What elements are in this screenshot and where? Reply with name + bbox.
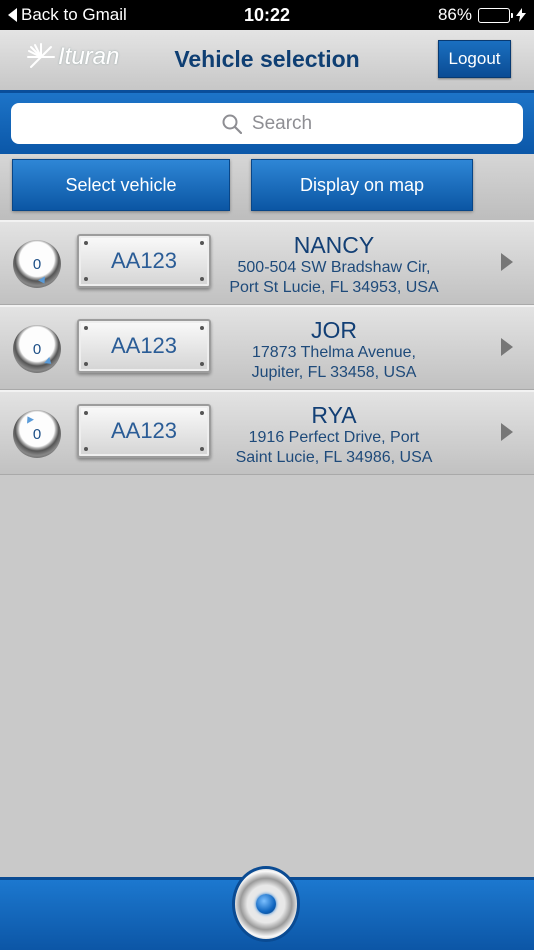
plate-number: AA123	[110, 418, 178, 443]
license-plate: AA123	[77, 234, 211, 288]
charging-bolt-icon	[516, 8, 526, 22]
chevron-right-icon	[501, 338, 513, 356]
status-bar: Back to Gmail 10:22 86%	[0, 0, 534, 30]
address-line-2: Jupiter, FL 33458, USA	[251, 364, 417, 381]
home-button[interactable]	[232, 866, 300, 942]
plate-number: AA123	[110, 248, 178, 273]
display-on-map-button[interactable]: Display on map	[251, 159, 473, 211]
address-line-2: Port St Lucie, FL 34953, USA	[229, 279, 439, 296]
dial-value: 0	[32, 340, 42, 358]
vehicle-info: JOR 17873 Thelma Avenue, Jupiter, FL 334…	[212, 317, 456, 383]
search-placeholder: Search	[251, 112, 313, 134]
action-bar: Select vehicle Display on map	[0, 154, 534, 220]
battery-status: 86%	[438, 5, 526, 25]
search-icon	[222, 114, 242, 134]
select-vehicle-button[interactable]: Select vehicle	[12, 159, 230, 211]
home-dot-icon	[256, 894, 276, 914]
chevron-right-icon	[501, 423, 513, 441]
license-plate: AA123	[77, 319, 211, 373]
logout-button[interactable]: Logout	[438, 40, 511, 78]
speed-dial-icon: 0	[13, 325, 61, 373]
vehicle-info: NANCY 500-504 SW Bradshaw Cir, Port St L…	[212, 232, 456, 298]
vehicle-name: NANCY	[293, 232, 375, 258]
license-plate: AA123	[77, 404, 211, 458]
battery-percent: 86%	[437, 5, 472, 24]
address-line-1: 17873 Thelma Avenue,	[252, 344, 416, 361]
vehicle-list: 0 AA123 NANCY 500-504 SW Bradshaw Cir, P…	[0, 220, 534, 475]
vehicle-row[interactable]: 0 AA123 RYA 1916 Perfect Drive, Port Sai…	[0, 390, 534, 475]
search-bar: Search	[0, 90, 534, 154]
app-header: Ituran Vehicle selection Logout	[0, 30, 534, 90]
dial-value: 0	[32, 425, 42, 443]
vehicle-info: RYA 1916 Perfect Drive, Port Saint Lucie…	[212, 402, 456, 468]
search-input[interactable]: Search	[11, 103, 523, 144]
speed-dial-icon: 0	[13, 240, 61, 288]
address-line-1: 500-504 SW Bradshaw Cir,	[237, 259, 431, 276]
address-line-1: 1916 Perfect Drive, Port	[248, 429, 420, 446]
address-line-2: Saint Lucie, FL 34986, USA	[235, 449, 433, 466]
battery-icon	[478, 7, 513, 23]
dial-value: 0	[32, 255, 42, 273]
plate-number: AA123	[110, 333, 178, 358]
vehicle-name: JOR	[311, 317, 357, 343]
chevron-right-icon	[501, 253, 513, 271]
vehicle-name: RYA	[311, 402, 357, 428]
speed-dial-icon: 0	[13, 410, 61, 458]
vehicle-row[interactable]: 0 AA123 JOR 17873 Thelma Avenue, Jupiter…	[0, 305, 534, 390]
vehicle-row[interactable]: 0 AA123 NANCY 500-504 SW Bradshaw Cir, P…	[0, 220, 534, 305]
